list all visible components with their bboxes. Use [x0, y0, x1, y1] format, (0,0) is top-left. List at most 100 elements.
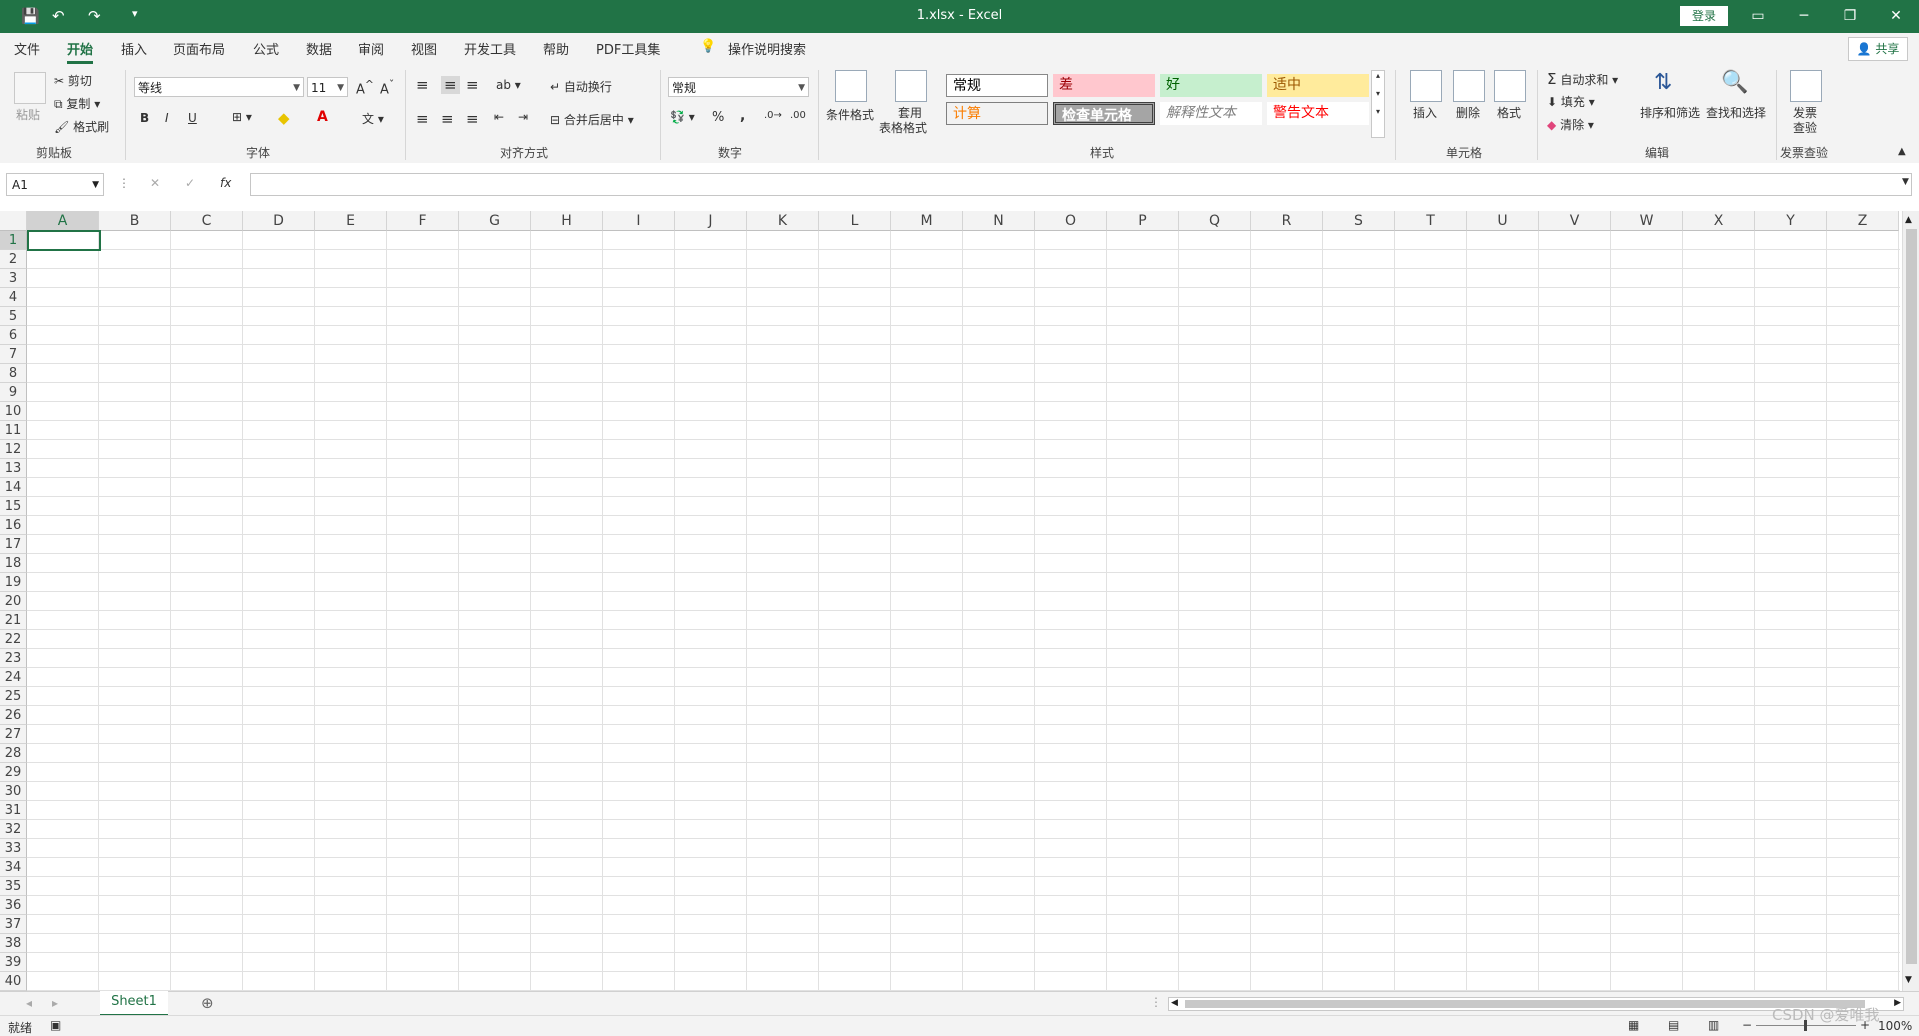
fill-button[interactable]: ⬇ 填充 ▾ — [1547, 93, 1595, 110]
column-header[interactable]: E — [315, 211, 387, 231]
column-header[interactable]: X — [1683, 211, 1755, 231]
tab-view[interactable]: 视图 — [411, 39, 437, 58]
scroll-up-icon[interactable]: ▲ — [1905, 215, 1912, 225]
delete-cells-icon[interactable] — [1453, 70, 1485, 102]
column-header[interactable]: C — [171, 211, 243, 231]
select-all-corner[interactable] — [0, 211, 27, 231]
font-name-select[interactable]: 等线 ▼ — [134, 77, 304, 97]
scroll-right-icon[interactable]: ▶ — [1894, 998, 1901, 1008]
row-header[interactable]: 6 — [0, 326, 27, 345]
insert-function-icon[interactable]: fx — [220, 176, 231, 190]
table-format-icon[interactable] — [895, 70, 927, 102]
phonetic-icon[interactable]: 文 ▾ — [362, 110, 384, 127]
autosum-button[interactable]: Σ 自动求和 ▾ — [1547, 70, 1618, 88]
conditional-format-icon[interactable] — [835, 70, 867, 102]
active-cell[interactable] — [27, 230, 101, 251]
align-middle-icon[interactable]: ≡ — [441, 76, 460, 94]
font-size-select[interactable]: 11 ▼ — [307, 77, 348, 97]
prev-sheet-icon[interactable]: ◂ — [26, 996, 32, 1010]
align-top-icon[interactable]: ≡ — [416, 76, 429, 94]
tell-me-search[interactable]: 操作说明搜索 — [728, 39, 806, 58]
horizontal-scroll-thumb[interactable] — [1185, 1000, 1865, 1008]
column-header[interactable]: U — [1467, 211, 1539, 231]
enter-icon[interactable]: ✓ — [185, 176, 195, 190]
column-header[interactable]: O — [1035, 211, 1107, 231]
column-header[interactable]: S — [1323, 211, 1395, 231]
font-grow-icon[interactable]: A^ — [356, 78, 374, 97]
column-header[interactable]: G — [459, 211, 531, 231]
wrap-text-button[interactable]: ↵ 自动换行 — [550, 78, 612, 95]
column-header[interactable]: M — [891, 211, 963, 231]
row-header[interactable]: 2 — [0, 250, 27, 269]
underline-button[interactable]: U — [188, 111, 197, 125]
format-cells-button[interactable]: 格式 — [1497, 104, 1521, 121]
expand-formula-icon[interactable]: ▼ — [1902, 177, 1909, 187]
row-header[interactable]: 5 — [0, 307, 27, 326]
column-header[interactable]: H — [531, 211, 603, 231]
align-right-icon[interactable]: ≡ — [466, 110, 479, 128]
cell-style-item[interactable]: 计算 — [946, 102, 1048, 125]
row-header[interactable]: 22 — [0, 630, 27, 649]
decrease-decimal-icon[interactable]: .00 — [790, 110, 806, 121]
format-painter-button[interactable]: 🖌 格式刷 — [54, 118, 109, 135]
tab-insert[interactable]: 插入 — [121, 39, 147, 58]
row-header[interactable]: 14 — [0, 478, 27, 497]
gallery-scroll[interactable]: ▴ ▾ ▾ — [1371, 70, 1385, 138]
column-header[interactable]: W — [1611, 211, 1683, 231]
row-header[interactable]: 38 — [0, 934, 27, 953]
column-header[interactable]: K — [747, 211, 819, 231]
split-handle[interactable]: ⋮ — [1150, 995, 1162, 1009]
row-header[interactable]: 29 — [0, 763, 27, 782]
font-color-icon[interactable]: A — [317, 109, 328, 125]
ribbon-display-icon[interactable]: ▭ — [1740, 4, 1776, 28]
clear-button[interactable]: ◆ 清除 ▾ — [1547, 116, 1594, 133]
row-header[interactable]: 26 — [0, 706, 27, 725]
row-header[interactable]: 4 — [0, 288, 27, 307]
column-header[interactable]: F — [387, 211, 459, 231]
row-header[interactable]: 18 — [0, 554, 27, 573]
row-header[interactable]: 20 — [0, 592, 27, 611]
invoice-check-icon[interactable] — [1790, 70, 1822, 102]
formula-input[interactable] — [250, 173, 1912, 196]
insert-cells-button[interactable]: 插入 — [1413, 104, 1437, 121]
format-cells-icon[interactable] — [1494, 70, 1526, 102]
sort-filter-button[interactable]: 排序和筛选 — [1640, 104, 1700, 121]
row-header[interactable]: 16 — [0, 516, 27, 535]
zoom-level[interactable]: 100% — [1878, 1019, 1912, 1033]
vertical-scroll-thumb[interactable] — [1906, 229, 1917, 964]
conditional-format-button[interactable]: 条件格式 — [826, 106, 874, 123]
tab-pdf-tools[interactable]: PDF工具集 — [596, 39, 660, 58]
row-header[interactable]: 35 — [0, 877, 27, 896]
column-header[interactable]: Q — [1179, 211, 1251, 231]
zoom-out-icon[interactable]: − — [1742, 1018, 1752, 1032]
cell-style-item[interactable]: 常规 — [946, 74, 1048, 97]
column-header[interactable]: A — [27, 211, 99, 231]
row-header[interactable]: 40 — [0, 972, 27, 991]
row-header[interactable]: 37 — [0, 915, 27, 934]
table-format-label-2[interactable]: 表格格式 — [879, 119, 927, 136]
row-header[interactable]: 24 — [0, 668, 27, 687]
row-header[interactable]: 19 — [0, 573, 27, 592]
tab-home[interactable]: 开始 — [67, 39, 94, 64]
border-icon[interactable]: ⊞ ▾ — [232, 110, 252, 124]
row-header[interactable]: 39 — [0, 953, 27, 972]
row-header[interactable]: 34 — [0, 858, 27, 877]
column-header[interactable]: B — [99, 211, 171, 231]
row-header[interactable]: 9 — [0, 383, 27, 402]
merge-center-button[interactable]: ⊟ 合并后居中 ▾ — [550, 111, 634, 128]
cell-style-item[interactable]: 好 — [1160, 74, 1262, 97]
name-box[interactable]: A1 ▼ — [6, 173, 104, 196]
column-header[interactable]: Z — [1827, 211, 1899, 231]
restore-icon[interactable]: ❐ — [1832, 4, 1868, 28]
cell-style-item[interactable]: 解释性文本 — [1160, 102, 1262, 125]
align-left-icon[interactable]: ≡ — [416, 110, 429, 128]
row-header[interactable]: 25 — [0, 687, 27, 706]
row-header[interactable]: 36 — [0, 896, 27, 915]
number-format-select[interactable]: 常规 ▼ — [668, 77, 809, 97]
column-header[interactable]: N — [963, 211, 1035, 231]
scroll-down-icon[interactable]: ▼ — [1905, 975, 1912, 985]
row-header[interactable]: 1 — [0, 231, 27, 250]
delete-cells-button[interactable]: 删除 — [1456, 104, 1480, 121]
column-header[interactable]: Y — [1755, 211, 1827, 231]
row-header[interactable]: 23 — [0, 649, 27, 668]
